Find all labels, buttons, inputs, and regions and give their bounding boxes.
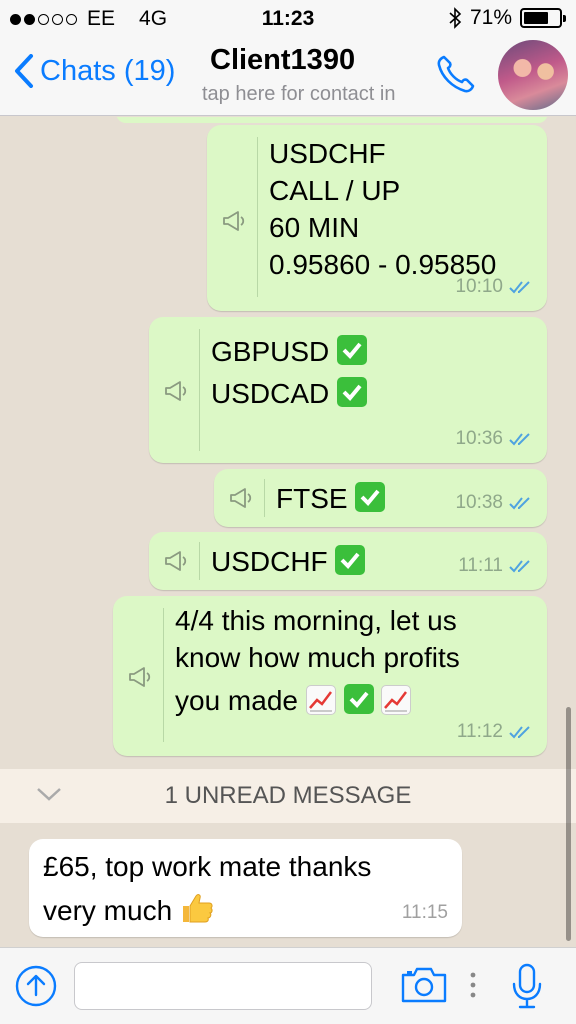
unread-banner-text: 1 UNREAD MESSAGE	[164, 782, 412, 809]
previous-message-edge	[116, 117, 548, 123]
message-line: £65, top work mate thanks	[43, 851, 372, 882]
incoming-message[interactable]: £65, top work mate thanks very much 11:1…	[29, 839, 462, 937]
broadcast-divider	[163, 608, 164, 742]
message-line: you made	[175, 682, 460, 719]
navigation-bar: Chats (19) Client1390 tap here for conta…	[0, 36, 576, 116]
broadcast-divider	[257, 137, 258, 297]
attach-button[interactable]	[14, 964, 58, 1013]
outgoing-message[interactable]: FTSE 10:38	[214, 469, 547, 527]
check-mark-emoji	[355, 482, 386, 512]
message-words: you made	[175, 685, 298, 716]
megaphone-icon	[165, 381, 187, 401]
check-mark-emoji	[337, 377, 368, 407]
message-meta: 11:15	[402, 894, 448, 931]
camera-icon	[401, 967, 447, 1003]
contact-subtitle: tap here for contact in	[202, 83, 396, 105]
message-meta: 11:11	[458, 547, 533, 584]
message-line: GBPUSD	[211, 331, 368, 373]
double-check-icon	[509, 559, 530, 572]
status-right: 71%	[448, 6, 566, 30]
message-text: USDCHF CALL / UP 60 MIN 0.95860 - 0.9585…	[269, 135, 496, 283]
message-line: 60 MIN	[269, 212, 360, 243]
pair-label: USDCAD	[211, 378, 330, 409]
message-line: USDCHF	[211, 546, 328, 577]
message-meta: 11:12	[457, 713, 533, 750]
broadcast-divider	[199, 329, 200, 451]
message-meta: 10:38	[455, 484, 533, 521]
bluetooth-icon	[449, 7, 462, 29]
back-label: Chats (19)	[40, 54, 176, 87]
back-chevron-icon	[15, 54, 33, 88]
outgoing-message[interactable]: GBPUSD USDCAD 10:36	[149, 317, 547, 463]
megaphone-icon	[230, 488, 252, 508]
message-time: 10:38	[455, 492, 503, 513]
broadcast-divider	[264, 479, 265, 517]
phone-icon	[437, 55, 475, 93]
microphone-icon	[512, 963, 542, 1009]
battery-icon	[520, 8, 566, 28]
message-time: 11:15	[401, 902, 448, 923]
back-to-chats-button[interactable]: Chats (19)	[14, 54, 175, 88]
outgoing-message[interactable]: USDCHF CALL / UP 60 MIN 0.95860 - 0.9585…	[207, 125, 547, 311]
outgoing-message[interactable]: 4/4 this morning, let us know how much p…	[113, 596, 547, 756]
more-options-button[interactable]	[468, 970, 478, 1005]
upload-arrow-icon	[15, 965, 57, 1007]
broadcast-divider	[199, 542, 200, 580]
message-line: USDCAD	[211, 373, 368, 415]
double-check-icon	[509, 725, 530, 738]
contact-avatar[interactable]	[498, 40, 568, 110]
contact-name: Client1390	[210, 44, 356, 76]
unread-messages-banner[interactable]: 1 UNREAD MESSAGE	[0, 769, 576, 823]
thumbs-up-emoji	[180, 894, 214, 926]
status-bar: EE 4G 11:23 71%	[0, 0, 576, 36]
megaphone-icon	[129, 667, 151, 687]
message-text: £65, top work mate thanks very much	[43, 845, 371, 933]
double-check-icon	[509, 496, 530, 509]
check-mark-emoji	[335, 545, 366, 575]
chart-increasing-emoji	[381, 685, 412, 715]
message-meta: 10:36	[455, 420, 533, 457]
message-text: GBPUSD USDCAD	[211, 331, 368, 415]
megaphone-icon	[165, 551, 187, 571]
message-time: 11:12	[456, 721, 503, 742]
battery-percent: 71%	[469, 6, 512, 29]
more-dots-icon	[470, 972, 476, 998]
double-check-icon	[509, 280, 530, 293]
message-line: FTSE	[276, 483, 348, 514]
scrollbar[interactable]	[566, 707, 571, 941]
message-time: 11:11	[458, 555, 503, 576]
message-line: 4/4 this morning, let us	[175, 605, 457, 636]
pair-label: GBPUSD	[211, 336, 330, 367]
message-time: 10:10	[455, 276, 503, 297]
battery-fill	[524, 12, 549, 24]
check-mark-emoji	[343, 684, 374, 714]
check-mark-emoji	[337, 335, 368, 365]
message-input[interactable]	[74, 962, 372, 1010]
message-words: very much	[43, 895, 173, 926]
message-text: 4/4 this morning, let us know how much p…	[175, 602, 460, 719]
voice-call-button[interactable]	[434, 52, 478, 101]
message-text: USDCHF	[211, 543, 366, 580]
double-check-icon	[509, 432, 530, 445]
voice-note-button[interactable]	[510, 962, 544, 1015]
chat-area[interactable]: USDCHF CALL / UP 60 MIN 0.95860 - 0.9585…	[0, 117, 576, 947]
message-line: very much	[43, 889, 371, 933]
camera-button[interactable]	[400, 966, 448, 1009]
message-input-bar	[0, 947, 576, 1024]
message-meta: 10:10	[455, 268, 533, 305]
message-time: 10:36	[455, 428, 503, 449]
message-line: CALL / UP	[269, 175, 401, 206]
contact-info-button[interactable]: Client1390 tap here for contact in	[196, 44, 436, 106]
message-line: know how much profits	[175, 642, 460, 673]
message-text: FTSE	[276, 480, 386, 517]
chart-increasing-emoji	[305, 685, 336, 715]
message-line: USDCHF	[269, 138, 386, 169]
outgoing-message[interactable]: USDCHF 11:11	[149, 532, 547, 590]
chevron-down-icon	[37, 788, 61, 801]
megaphone-icon	[223, 211, 245, 231]
